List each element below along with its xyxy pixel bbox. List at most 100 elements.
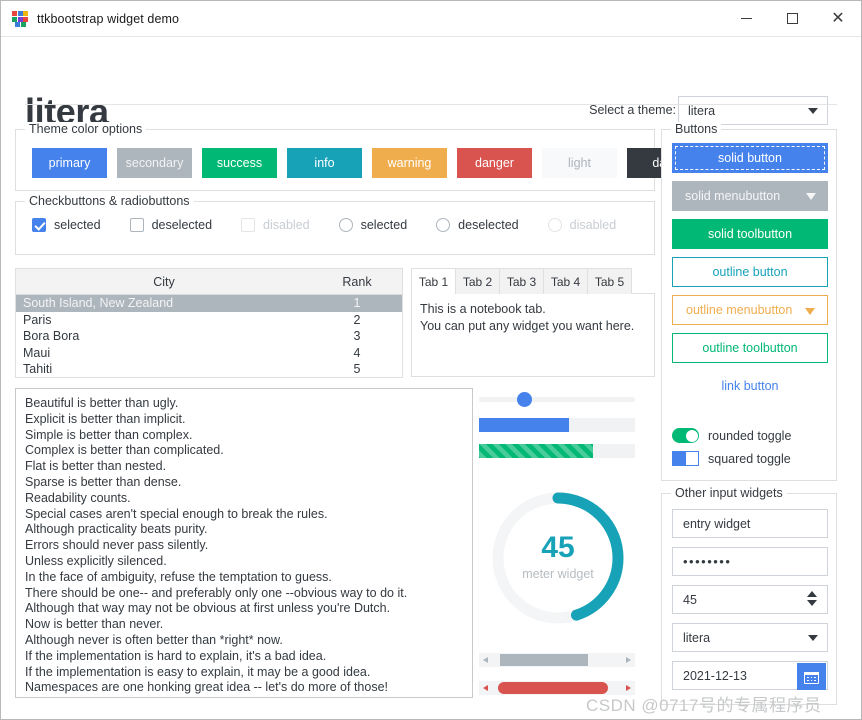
control-label: deselected xyxy=(152,218,212,232)
color-swatch-warning[interactable]: warning xyxy=(372,148,447,178)
close-button[interactable]: ✕ xyxy=(815,1,861,37)
checkbutton-deselected-1[interactable]: deselected xyxy=(130,218,212,232)
scale-track xyxy=(479,397,635,402)
control-label: disabled xyxy=(570,218,617,232)
password-field-value: •••••••• xyxy=(683,554,731,569)
table-row[interactable]: Bora Bora3 xyxy=(16,328,402,345)
calendar-button[interactable] xyxy=(797,663,826,690)
buttons-frame: Buttons solid buttonsolid menubuttonsoli… xyxy=(661,129,837,481)
solid-menubutton-button[interactable]: solid menubutton xyxy=(672,181,828,211)
calendar-icon xyxy=(804,670,819,684)
cell-rank: 2 xyxy=(312,313,402,327)
toggle-switch-icon xyxy=(672,428,699,443)
button-label: outline button xyxy=(712,265,787,279)
table-row[interactable]: South Island, New Zealand1 xyxy=(16,295,402,312)
triangle-right-icon xyxy=(626,657,631,663)
outline-toolbutton-button[interactable]: outline toolbutton xyxy=(672,333,828,363)
toggle-stack: rounded toggle squared toggle xyxy=(672,428,791,466)
column-header-rank[interactable]: Rank xyxy=(312,269,402,294)
button-stack: solid button solid menubutton solid toolbu… xyxy=(672,143,828,401)
scroll-right-arrow[interactable] xyxy=(622,653,635,667)
color-swatch-primary[interactable]: primary xyxy=(32,148,107,178)
checkbox-icon xyxy=(241,218,255,232)
scale-slider[interactable] xyxy=(479,389,635,409)
chevron-down-icon xyxy=(808,108,818,114)
combobox[interactable]: litera xyxy=(672,623,828,652)
combobox-value: litera xyxy=(683,631,710,645)
link-button-button[interactable]: link button xyxy=(672,371,828,401)
tab-4[interactable]: Tab 4 xyxy=(543,268,588,294)
zen-text-widget[interactable]: Beautiful is better than ugly.Explicit i… xyxy=(15,388,473,698)
tab-1[interactable]: Tab 1 xyxy=(411,268,456,294)
spinner-up-icon[interactable] xyxy=(807,591,817,597)
color-swatch-success[interactable]: success xyxy=(202,148,277,178)
table-row[interactable]: Maui4 xyxy=(16,345,402,362)
scroll-right-arrow[interactable] xyxy=(622,681,635,695)
zen-line: Unless explicitly silenced. xyxy=(25,554,463,570)
cell-city: Bora Bora xyxy=(16,329,312,343)
maximize-button[interactable] xyxy=(769,1,815,37)
title-bar: ttkbootstrap widget demo ✕ xyxy=(1,1,861,37)
header-divider xyxy=(25,104,837,105)
scale-handle[interactable] xyxy=(517,392,532,407)
zen-line: If the implementation is easy to explain… xyxy=(25,665,463,681)
zen-line: Although never is often better than *rig… xyxy=(25,633,463,649)
button-label: solid button xyxy=(718,151,782,165)
progressbar-striped xyxy=(479,444,635,458)
control-label: disabled xyxy=(263,218,310,232)
inputs-legend: Other input widgets xyxy=(671,486,787,500)
tab-3[interactable]: Tab 3 xyxy=(499,268,544,294)
solid-toolbutton-button[interactable]: solid toolbutton xyxy=(672,219,828,249)
color-swatch-danger[interactable]: danger xyxy=(457,148,532,178)
squared-toggle[interactable]: squared toggle xyxy=(672,451,791,466)
tab-label: Tab 4 xyxy=(551,275,580,289)
tab-2[interactable]: Tab 2 xyxy=(455,268,500,294)
table-row[interactable]: Tahiti5 xyxy=(16,361,402,378)
button-label: outline menubutton xyxy=(686,303,792,317)
meter-value: 45 xyxy=(487,531,629,565)
rounded-toggle[interactable]: rounded toggle xyxy=(672,428,791,443)
table-row[interactable]: Paris2 xyxy=(16,312,402,329)
notebook-body-line-1: This is a notebook tab. xyxy=(420,301,646,318)
scrollbar-danger[interactable] xyxy=(479,681,635,695)
outline-button-button[interactable]: outline button xyxy=(672,257,828,287)
solid-button-button[interactable]: solid button xyxy=(672,143,828,173)
minimize-button[interactable] xyxy=(723,1,769,37)
scroll-left-arrow[interactable] xyxy=(479,653,492,667)
outline-menubutton-button[interactable]: outline menubutton xyxy=(672,295,828,325)
color-swatch-secondary[interactable]: secondary xyxy=(117,148,192,178)
zen-line: In the face of ambiguity, refuse the tem… xyxy=(25,570,463,586)
scrollbar-trough[interactable] xyxy=(492,681,622,695)
minimize-icon xyxy=(741,18,752,19)
treeview[interactable]: City Rank South Island, New Zealand1Pari… xyxy=(15,268,403,378)
scrollbar-thumb[interactable] xyxy=(498,682,608,694)
tab-5[interactable]: Tab 5 xyxy=(587,268,632,294)
spinbox[interactable]: 45 xyxy=(672,585,828,614)
progressbar-striped-fill xyxy=(479,444,593,458)
theme-select[interactable]: litera xyxy=(678,96,828,125)
date-entry[interactable]: 2021-12-13 xyxy=(672,661,828,690)
spinbox-stepper[interactable] xyxy=(807,591,817,606)
zen-line: Flat is better than nested. xyxy=(25,459,463,475)
password-field[interactable]: •••••••• xyxy=(672,547,828,576)
header: litera Select a theme: litera xyxy=(1,37,861,112)
scrollbar-trough[interactable] xyxy=(492,653,622,667)
checkbox-icon xyxy=(130,218,144,232)
color-swatch-label: warning xyxy=(388,156,432,170)
color-swatch-info[interactable]: info xyxy=(287,148,362,178)
spinner-down-icon[interactable] xyxy=(807,600,817,606)
scrollbar-thumb[interactable] xyxy=(500,654,588,666)
radiobutton-deselected-4[interactable]: deselected xyxy=(436,218,518,232)
color-swatch-light[interactable]: light xyxy=(542,148,617,178)
radio-icon xyxy=(436,218,450,232)
checkbutton-selected-0[interactable]: selected xyxy=(32,218,101,232)
triangle-left-icon xyxy=(483,657,488,663)
zen-line: Explicit is better than implicit. xyxy=(25,412,463,428)
meter-label: meter widget xyxy=(487,567,629,581)
radiobutton-selected-3[interactable]: selected xyxy=(339,218,408,232)
scroll-left-arrow[interactable] xyxy=(479,681,492,695)
scrollbar-default[interactable] xyxy=(479,653,635,667)
checks-frame: Checkbuttons & radiobuttons selecteddese… xyxy=(15,201,655,255)
entry-field[interactable]: entry widget xyxy=(672,509,828,538)
column-header-city[interactable]: City xyxy=(16,269,312,294)
